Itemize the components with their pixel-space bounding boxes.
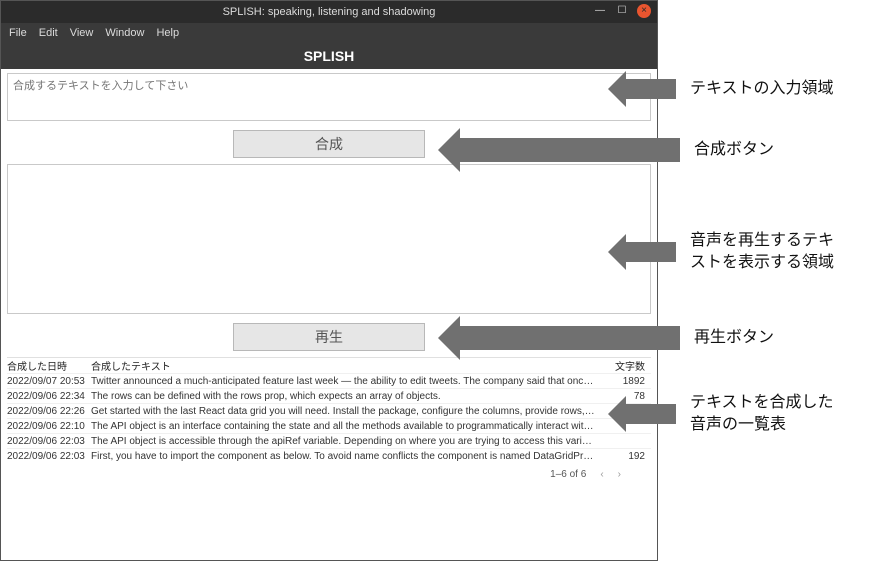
annotation-input-area: テキストの入力領域 (626, 78, 834, 100)
arrow-icon (626, 404, 676, 424)
close-icon[interactable]: × (637, 4, 651, 18)
arrow-icon (626, 79, 676, 99)
annotation-synthesize-button: 合成ボタン (460, 138, 774, 162)
table-row[interactable]: 2022/09/06 22:10 The API object is an in… (7, 418, 651, 433)
playback-text-display[interactable] (7, 164, 651, 314)
app-window: SPLISH: speaking, listening and shadowin… (0, 0, 658, 561)
annotation-display-area: 音声を再生するテキ ストを表示する領域 (626, 230, 834, 273)
cell-date: 2022/09/06 22:03 (7, 451, 91, 462)
table-row[interactable]: 2022/09/07 20:53 Twitter announced a muc… (7, 373, 651, 388)
menu-view[interactable]: View (70, 27, 94, 39)
annotation-label: 再生ボタン (694, 327, 774, 349)
window-title: SPLISH: speaking, listening and shadowin… (223, 1, 436, 23)
cell-text: First, you have to import the component … (91, 451, 601, 462)
annotation-history-table: テキストを合成した 音声の一覧表 (626, 392, 834, 435)
cell-text: The API object is accessible through the… (91, 436, 601, 447)
menu-bar: File Edit View Window Help (1, 23, 657, 43)
minimize-icon[interactable]: — (593, 4, 607, 18)
col-text[interactable]: 合成したテキスト (91, 358, 601, 373)
app-header: SPLISH (1, 43, 657, 69)
annotation-label: ストを表示する領域 (690, 252, 834, 274)
cell-date: 2022/09/06 22:34 (7, 391, 91, 402)
table-row[interactable]: 2022/09/06 22:26 Get started with the la… (7, 403, 651, 418)
menu-file[interactable]: File (9, 27, 27, 39)
annotation-label: 合成ボタン (694, 139, 774, 161)
table-header-row: 合成した日時 合成したテキスト 文字数 (7, 358, 651, 373)
annotation-label: 音声の一覧表 (690, 414, 834, 436)
arrow-icon (460, 138, 680, 162)
table-row[interactable]: 2022/09/06 22:34 The rows can be defined… (7, 388, 651, 403)
cell-text: Get started with the last React data gri… (91, 406, 601, 417)
cell-date: 2022/09/06 22:03 (7, 436, 91, 447)
annotation-label: テキストの入力領域 (690, 78, 834, 100)
menu-window[interactable]: Window (105, 27, 144, 39)
play-button[interactable]: 再生 (233, 323, 425, 351)
table-row[interactable]: 2022/09/06 22:03 The API object is acces… (7, 433, 651, 448)
col-date[interactable]: 合成した日時 (7, 358, 91, 373)
annotation-label: テキストを合成した (690, 392, 834, 414)
cell-text: The rows can be defined with the rows pr… (91, 391, 601, 402)
synthesis-text-input[interactable] (7, 73, 651, 121)
cell-text: The API object is an interface containin… (91, 421, 601, 432)
cell-date: 2022/09/06 22:26 (7, 406, 91, 417)
arrow-icon (626, 242, 676, 262)
synthesize-button[interactable]: 合成 (233, 130, 425, 158)
annotation-label: 音声を再生するテキ (690, 230, 834, 252)
cell-date: 2022/09/07 20:53 (7, 376, 91, 387)
col-chars[interactable]: 文字数 (601, 358, 651, 373)
cell-chars: 1892 (601, 376, 651, 387)
cell-date: 2022/09/06 22:10 (7, 421, 91, 432)
app-title: SPLISH (304, 48, 355, 64)
cell-text: Twitter announced a much-anticipated fea… (91, 376, 601, 387)
history-table: 合成した日時 合成したテキスト 文字数 2022/09/07 20:53 Twi… (7, 357, 651, 480)
pagination-text: 1–6 of 6 (550, 469, 586, 480)
table-row[interactable]: 2022/09/06 22:03 First, you have to impo… (7, 448, 651, 463)
table-footer: 1–6 of 6 ‹ › (7, 463, 651, 480)
title-bar[interactable]: SPLISH: speaking, listening and shadowin… (1, 1, 657, 23)
chevron-left-icon[interactable]: ‹ (600, 469, 603, 480)
menu-edit[interactable]: Edit (39, 27, 58, 39)
menu-help[interactable]: Help (156, 27, 179, 39)
chevron-right-icon[interactable]: › (618, 469, 621, 480)
maximize-icon[interactable]: ☐ (615, 4, 629, 18)
cell-chars: 192 (601, 451, 651, 462)
arrow-icon (460, 326, 680, 350)
annotation-play-button: 再生ボタン (460, 326, 774, 350)
